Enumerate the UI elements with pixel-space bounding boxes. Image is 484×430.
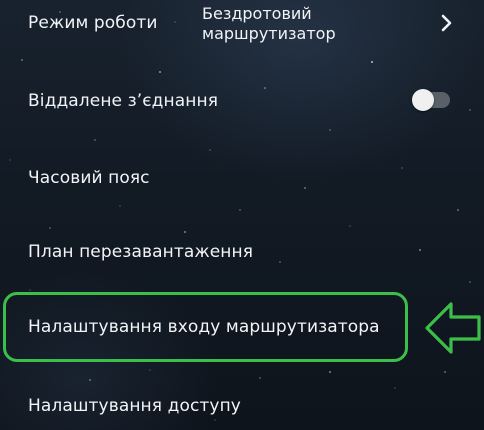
toggle-knob <box>412 89 434 111</box>
access-settings-label: Налаштування доступу <box>28 396 241 416</box>
chevron-right-icon[interactable] <box>438 14 456 32</box>
reboot-plan-label: План перезавантаження <box>28 242 254 262</box>
settings-row-access[interactable]: Налаштування доступу <box>0 380 484 430</box>
highlight-frame <box>3 292 408 362</box>
arrow-left-outline-icon <box>425 302 481 354</box>
starfield-background <box>9 11 471 421</box>
settings-screen: Режим роботи Бездротовий маршрутизатор В… <box>0 0 484 430</box>
operating-mode-label: Режим роботи <box>28 13 158 33</box>
remote-connection-label: Віддалене з’єднання <box>28 91 219 111</box>
settings-row-reboot-plan[interactable]: План перезавантаження <box>0 222 484 274</box>
remote-connection-toggle[interactable] <box>412 89 450 111</box>
operating-mode-value-line2: маршрутизатор <box>202 24 336 43</box>
operating-mode-value-line1: Бездротовий <box>202 4 312 23</box>
settings-row-time-zone[interactable]: Часовий пояс <box>0 152 484 204</box>
operating-mode-value: Бездротовий маршрутизатор <box>202 4 402 44</box>
time-zone-label: Часовий пояс <box>28 168 150 188</box>
settings-row-operating-mode[interactable]: Режим роботи Бездротовий маршрутизатор <box>0 0 484 52</box>
